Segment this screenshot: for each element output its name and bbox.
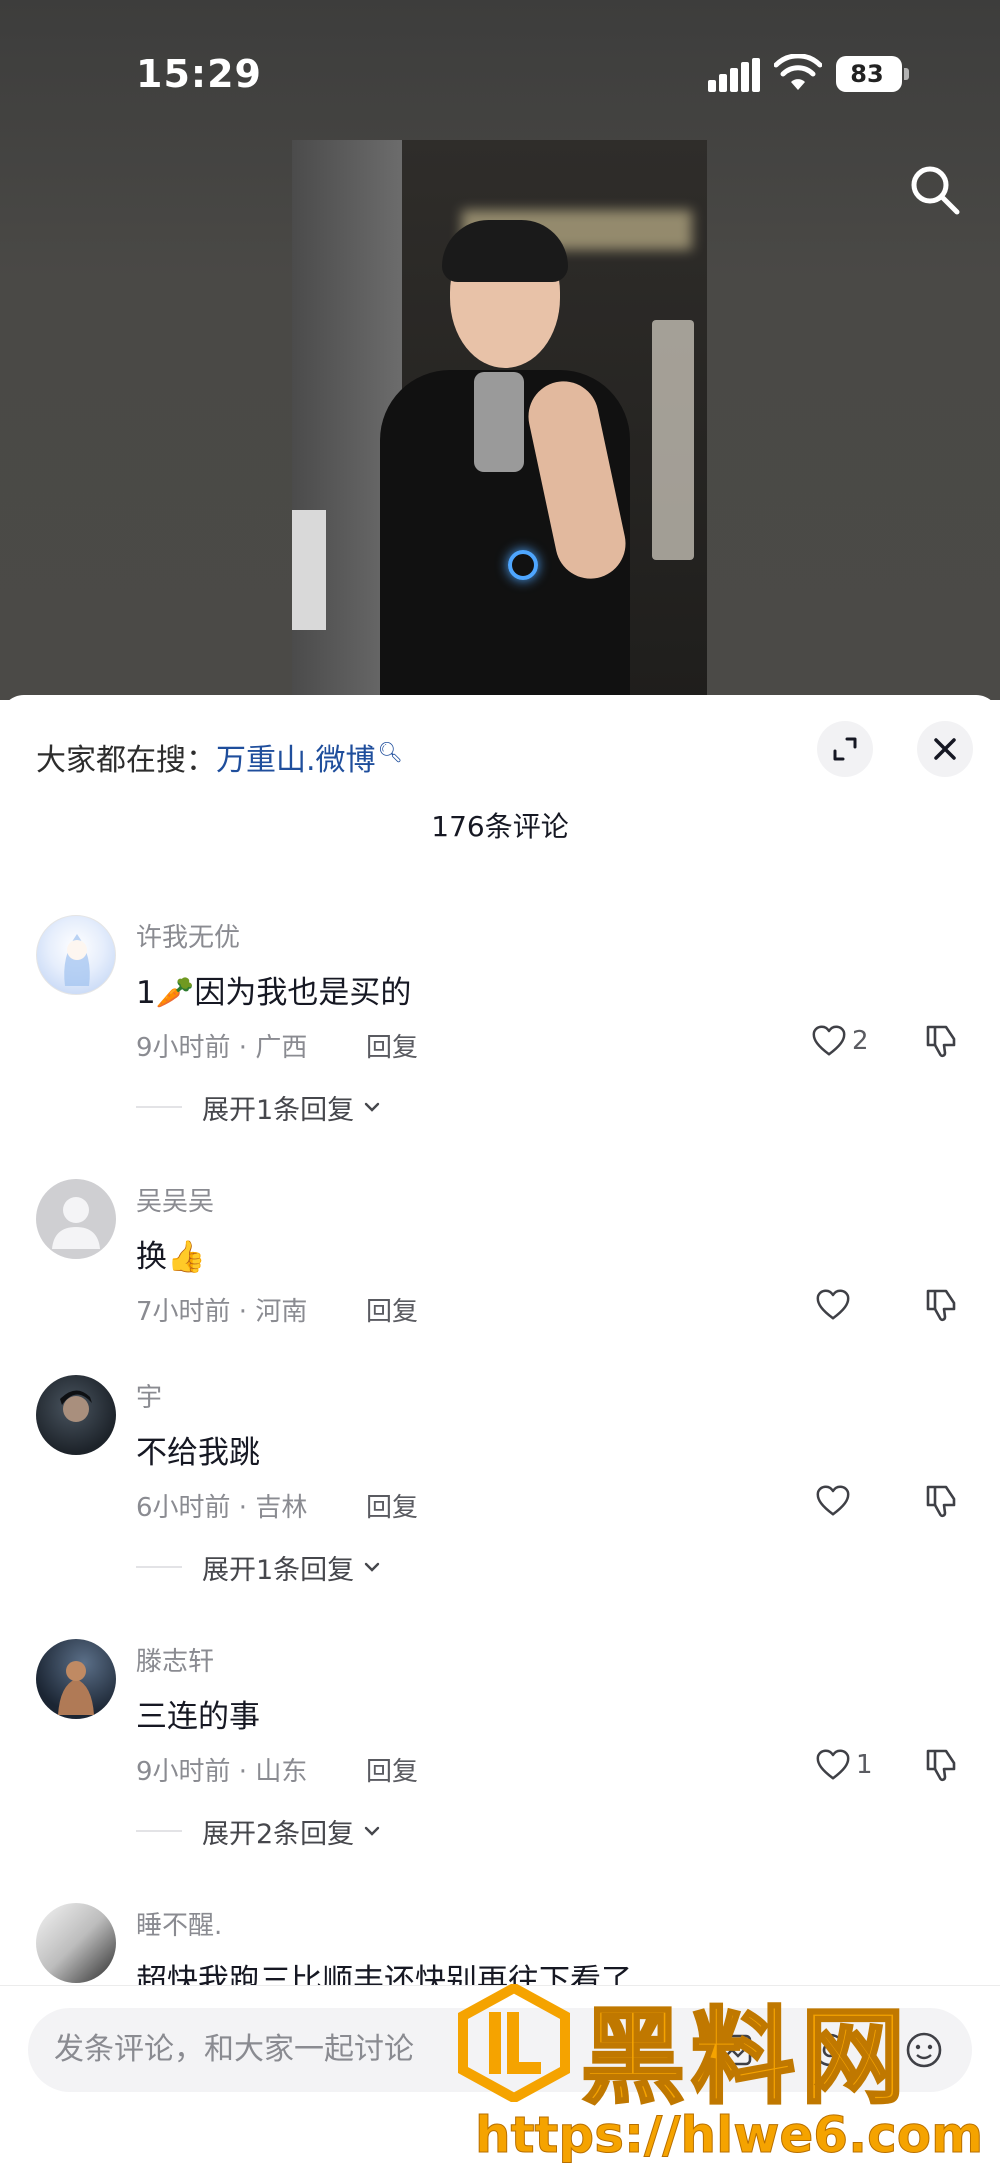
expand-replies-label: 展开1条回复	[202, 1554, 355, 1586]
video-clothes-rack	[652, 320, 694, 560]
heart-icon	[816, 1485, 850, 1516]
comment-text: 不给我跳	[136, 1435, 260, 1471]
status-time: 15:29	[136, 52, 262, 96]
comment-input-placeholder: 发条评论，和大家一起讨论	[54, 2032, 414, 2067]
comment-meta: 9小时前 · 广西	[136, 1033, 308, 1063]
power-logo	[508, 550, 538, 580]
like-count: 2	[852, 1026, 869, 1056]
comment-text: 换👍	[136, 1239, 206, 1275]
expand-replies-button[interactable]: 展开2条回复	[136, 1811, 382, 1851]
search-icon[interactable]	[905, 160, 965, 220]
like-button[interactable]	[814, 1481, 852, 1521]
comment-meta: 7小时前 · 河南	[136, 1297, 308, 1327]
close-button[interactable]	[917, 721, 973, 777]
like-count: 1	[856, 1750, 873, 1780]
comment-username[interactable]: 宇	[136, 1377, 162, 1414]
battery-icon: 83	[836, 56, 902, 92]
expand-icon	[833, 737, 857, 761]
close-icon	[934, 738, 956, 760]
mini-search-icon: 🔍︎	[377, 740, 403, 764]
avatar[interactable]	[36, 1903, 116, 1983]
dislike-icon[interactable]	[922, 1285, 962, 1325]
expand-divider	[136, 1566, 182, 1568]
battery-cap	[904, 68, 909, 80]
battery-level: 83	[850, 60, 884, 88]
comment-username[interactable]: 睡不醒.	[136, 1905, 222, 1942]
comment-meta: 6小时前 · 吉林	[136, 1493, 308, 1523]
comment-meta: 9小时前 · 山东	[136, 1757, 308, 1787]
dislike-icon[interactable]	[922, 1021, 962, 1061]
hot-search-label: 大家都在搜：	[36, 743, 216, 778]
avatar[interactable]	[36, 1375, 116, 1455]
chevron-down-icon	[364, 1102, 380, 1112]
reply-button[interactable]: 回复	[366, 1751, 418, 1788]
expand-divider	[136, 1830, 182, 1832]
dislike-icon[interactable]	[922, 1745, 962, 1785]
heart-icon	[816, 1749, 850, 1780]
watermark: 黑料网 https://hlwe6.com	[455, 1978, 1000, 2173]
heart-icon	[812, 1025, 846, 1056]
reply-button[interactable]: 回复	[366, 1291, 418, 1328]
watermark-title: 黑料网	[579, 1995, 912, 2120]
person-phone	[474, 372, 524, 472]
avatar[interactable]	[36, 1639, 116, 1719]
comment-item: 滕志轩 三连的事 9小时前 · 山东 回复 1 展开2条回复	[0, 1639, 1000, 1850]
comment-text: 三连的事	[136, 1699, 260, 1735]
comment-item: 许我无优 1🥕因为我也是买的 9小时前 · 广西 回复 2 展开1条回复	[0, 915, 1000, 1126]
watermark-logo	[458, 1984, 570, 2102]
hot-search-keyword[interactable]: 万重山.微博	[216, 743, 376, 778]
wifi-icon	[774, 54, 822, 90]
dislike-icon[interactable]	[922, 1481, 962, 1521]
reply-button[interactable]: 回复	[366, 1487, 418, 1524]
video-frame	[292, 140, 707, 700]
expand-divider	[136, 1106, 182, 1108]
hot-search-bar[interactable]: 大家都在搜：万重山.微博 🔍︎	[36, 735, 403, 779]
expand-replies-button[interactable]: 展开1条回复	[136, 1087, 382, 1127]
expand-replies-button[interactable]: 展开1条回复	[136, 1547, 382, 1587]
expand-sheet-button[interactable]	[817, 721, 873, 777]
chevron-down-icon	[364, 1826, 380, 1836]
avatar[interactable]	[36, 915, 116, 995]
comment-count: 176条评论	[431, 810, 569, 843]
avatar[interactable]	[36, 1179, 116, 1259]
watermark-url: https://hlwe6.com	[474, 2106, 984, 2165]
chevron-down-icon	[364, 1562, 380, 1572]
comment-item: 吴吴吴 换👍 7小时前 · 河南 回复	[0, 1179, 1000, 1359]
like-button[interactable]: 2	[810, 1021, 869, 1061]
cellular-signal-icon	[708, 58, 760, 92]
heart-icon	[816, 1289, 850, 1320]
expand-replies-label: 展开1条回复	[202, 1094, 355, 1126]
comment-username[interactable]: 滕志轩	[136, 1641, 214, 1678]
status-bar: 15:29 83	[0, 0, 1000, 140]
like-button[interactable]: 1	[814, 1745, 873, 1785]
reply-button[interactable]: 回复	[366, 1027, 418, 1064]
comment-sheet: 大家都在搜：万重山.微博 🔍︎ 176条评论 许我无优 1🥕因为我也是买的 9小时…	[0, 695, 1000, 2173]
comment-item: 宇 不给我跳 6小时前 · 吉林 回复 展开1条回复	[0, 1375, 1000, 1586]
like-button[interactable]	[814, 1285, 852, 1325]
person-hair	[442, 220, 568, 282]
video-towel	[292, 510, 326, 630]
comment-text: 1🥕因为我也是买的	[136, 975, 412, 1011]
comment-username[interactable]: 许我无优	[136, 917, 240, 954]
comment-username[interactable]: 吴吴吴	[136, 1181, 214, 1218]
expand-replies-label: 展开2条回复	[202, 1818, 355, 1850]
